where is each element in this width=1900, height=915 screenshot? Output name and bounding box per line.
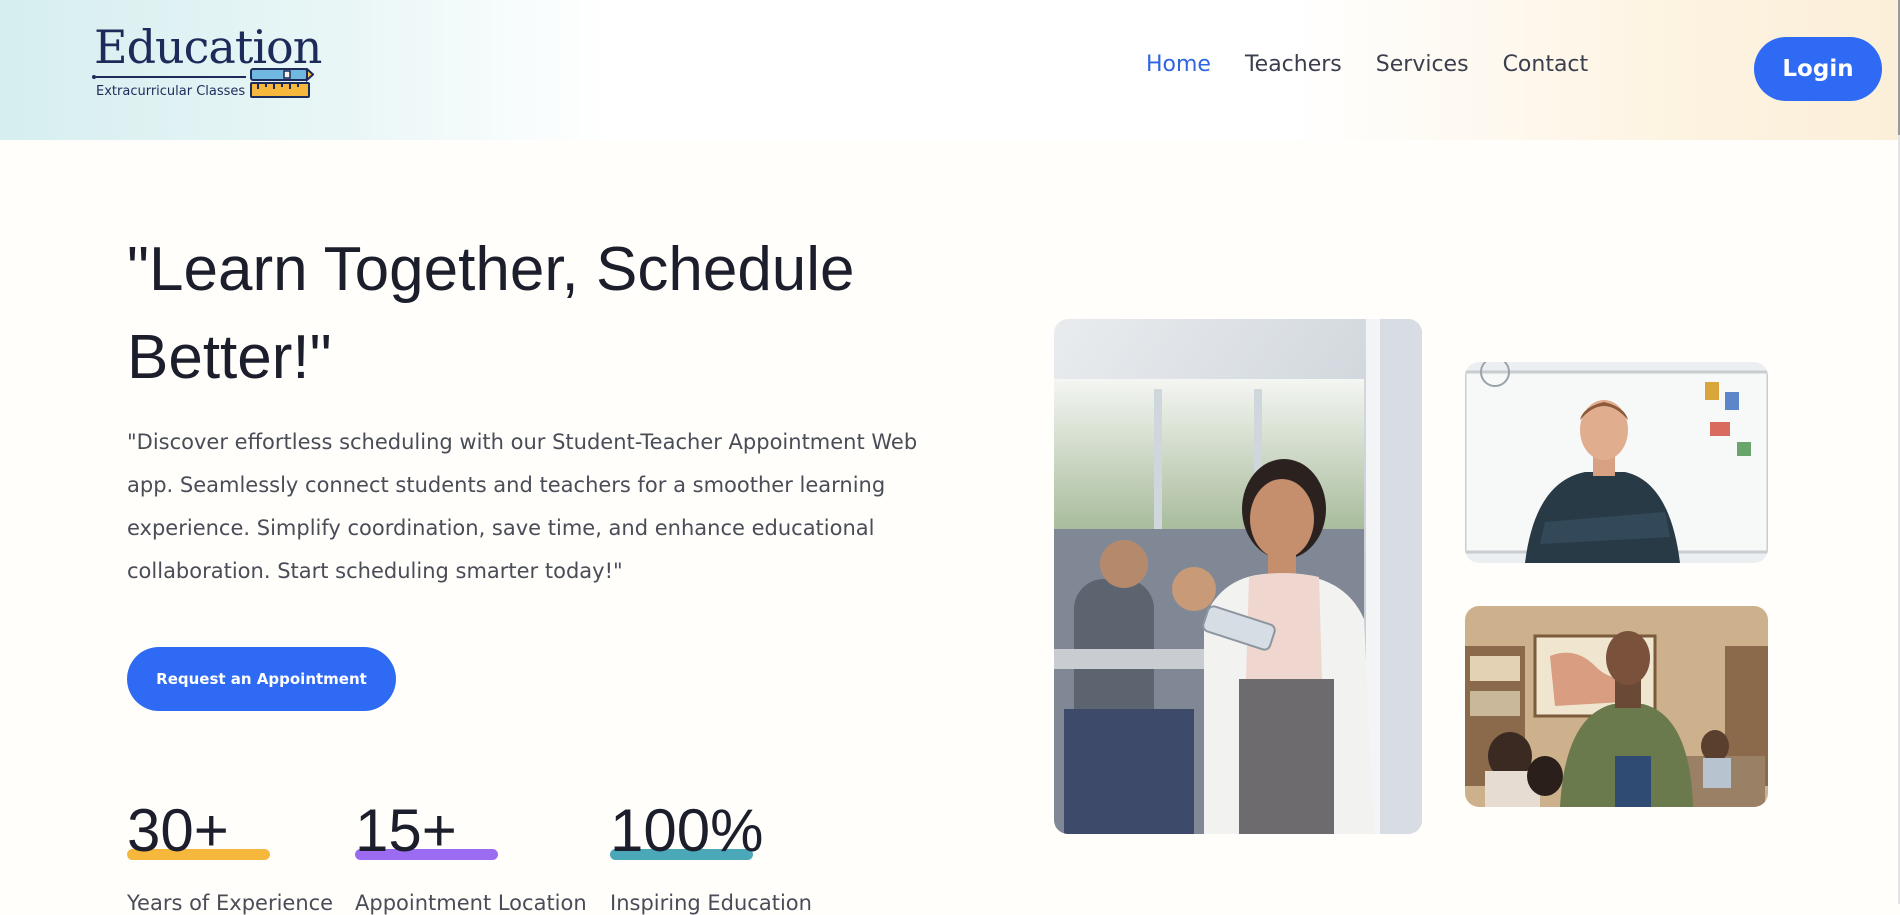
nav-home[interactable]: Home <box>1146 52 1211 77</box>
teacher-man-classroom-photo <box>1465 606 1768 807</box>
stat-value: 30+ <box>127 797 229 864</box>
stat-experience: 30+ Years of Experience <box>127 795 333 915</box>
stat-value: 15+ <box>355 797 457 864</box>
nav-contact[interactable]: Contact <box>1503 52 1589 77</box>
brand-name: Education <box>94 20 322 74</box>
stat-label: Years of Experience <box>127 891 334 915</box>
nav-services[interactable]: Services <box>1376 52 1469 77</box>
login-button[interactable]: Login <box>1754 37 1882 101</box>
teacher-woman-with-tablet-photo <box>1054 319 1422 834</box>
main-nav: Home Teachers Services Contact <box>1146 52 1588 77</box>
brand-tagline: Extracurricular Classes <box>96 84 246 99</box>
site-header: Education Extracurricular Classes Home T… <box>0 0 1900 140</box>
pencil-ruler-icon <box>250 68 314 98</box>
stat-label: Appointment Location <box>355 891 587 915</box>
stat-value: 100% <box>610 797 764 864</box>
request-appointment-button[interactable]: Request an Appointment <box>127 647 396 711</box>
stat-label: Inspiring Education <box>610 891 812 915</box>
nav-teachers[interactable]: Teachers <box>1245 52 1342 77</box>
stat-inspiring: 100% Inspiring Education <box>610 795 812 915</box>
logo-underline <box>96 76 246 78</box>
stat-locations: 15+ Appointment Location <box>355 795 587 915</box>
hero-title: "Learn Together, Schedule Better!" <box>127 235 855 392</box>
brand-logo[interactable]: Education Extracurricular Classes <box>92 20 324 110</box>
teacher-man-whiteboard-photo <box>1465 362 1768 563</box>
hero-description: "Discover effortless scheduling with our… <box>127 430 918 583</box>
